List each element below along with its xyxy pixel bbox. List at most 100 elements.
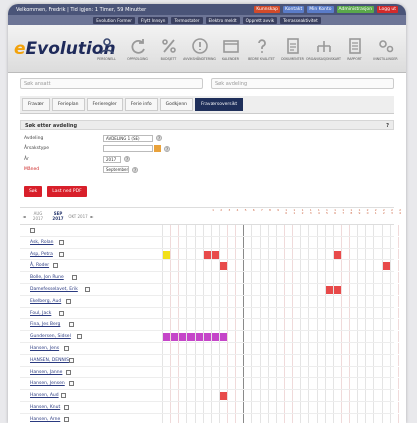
- calendar-icon[interactable]: [77, 334, 83, 340]
- calendar-icon[interactable]: [53, 263, 59, 269]
- employee-name[interactable]: Hansen, Jensen: [30, 381, 65, 386]
- tab[interactable]: Fravær: [22, 98, 50, 111]
- module-org[interactable]: ORGANISASJONSKART: [306, 37, 341, 61]
- employee-name[interactable]: Gundersen, Sidsel: [30, 334, 71, 339]
- prev-month[interactable]: AUG 2017: [28, 211, 48, 221]
- module-list[interactable]: RAPPORT: [340, 37, 369, 61]
- employee-name[interactable]: Hansen, Jens: [30, 346, 59, 351]
- day-line: [332, 272, 334, 283]
- module-people[interactable]: PERSONELL: [92, 37, 121, 61]
- tab[interactable]: Ferieregler: [86, 98, 123, 111]
- module-calendar[interactable]: KALENDER: [216, 37, 245, 61]
- top-link[interactable]: Kunnskap: [254, 6, 281, 13]
- absence-mark[interactable]: [219, 333, 228, 342]
- module-settings[interactable]: INNSTILLINGER: [371, 37, 400, 61]
- arsakstype-help-icon[interactable]: ?: [164, 145, 170, 152]
- avdeling-help-icon[interactable]: ?: [156, 135, 162, 142]
- employee-name[interactable]: Hansen, Knut: [30, 405, 60, 410]
- absence-mark[interactable]: [163, 250, 171, 259]
- calendar-icon[interactable]: [63, 416, 69, 422]
- calendar-icon[interactable]: [58, 310, 64, 316]
- module-warning[interactable]: AVVIKSHÅNDTERING: [183, 37, 216, 61]
- absence-mark[interactable]: [211, 333, 219, 342]
- calendar-icon[interactable]: [63, 404, 69, 410]
- absence-mark[interactable]: [333, 285, 341, 294]
- employee-name[interactable]: Ekelberg, Aud: [30, 299, 61, 304]
- employee-name[interactable]: HANSEN, DENNIS: [30, 358, 69, 363]
- quick-link[interactable]: Flytt Innsyn: [137, 16, 169, 24]
- quick-link[interactable]: Evolution Former: [93, 16, 135, 24]
- calendar-icon[interactable]: [71, 275, 77, 281]
- evolution-logo[interactable]: eEvolution: [14, 39, 116, 59]
- calendar-icon[interactable]: [69, 381, 75, 387]
- tab[interactable]: Ferieplan: [51, 98, 85, 111]
- maned-help-icon[interactable]: ?: [132, 166, 138, 173]
- employee-name[interactable]: Asp, Petra: [30, 252, 53, 257]
- top-link[interactable]: Kontakt: [283, 6, 305, 13]
- calendar-icon[interactable]: [63, 345, 69, 351]
- calendar-icon[interactable]: [58, 251, 64, 257]
- employee-name[interactable]: Damefesselavet, Erik: [30, 287, 78, 292]
- quick-link[interactable]: Terrasseaktivitet: [280, 16, 321, 24]
- absence-mark[interactable]: [325, 285, 333, 294]
- module-percent[interactable]: BUDSJETT: [154, 37, 183, 61]
- search-department-input[interactable]: Søk avdeling: [211, 78, 394, 89]
- absence-mark[interactable]: [382, 262, 390, 271]
- absence-mark[interactable]: [211, 250, 219, 259]
- day-line: [397, 342, 399, 354]
- employee-name[interactable]: Ask, Rolan: [30, 240, 53, 245]
- calendar-icon[interactable]: [69, 322, 75, 328]
- absence-mark[interactable]: [203, 333, 211, 342]
- employee-name[interactable]: Hansen, Arne: [30, 417, 60, 422]
- calendar-icon[interactable]: [58, 239, 64, 245]
- calendar-icon[interactable]: [85, 286, 90, 292]
- calendar-icon[interactable]: [61, 393, 67, 399]
- quick-link[interactable]: Termostater: [171, 16, 203, 24]
- arsakstype-dropdown-icon[interactable]: [154, 145, 161, 153]
- employee-name[interactable]: Hansen, Aud: [30, 393, 59, 398]
- panel-help-icon[interactable]: ?: [386, 123, 389, 129]
- ar-select[interactable]: 2017: [103, 155, 121, 163]
- employee-name[interactable]: Foul, Jack: [30, 311, 51, 316]
- day-line: [381, 354, 383, 366]
- absence-mark[interactable]: [219, 262, 228, 271]
- module-refresh[interactable]: OPPFØLGING: [123, 37, 152, 61]
- employee-name[interactable]: Å, Roder: [30, 263, 49, 268]
- quick-link[interactable]: Elektro meldt: [205, 16, 240, 24]
- absence-mark[interactable]: [171, 333, 179, 342]
- day-line: [340, 295, 342, 307]
- next-month[interactable]: OKT 2017: [68, 214, 88, 219]
- calendar-icon[interactable]: [66, 369, 72, 375]
- calendar-icon[interactable]: [66, 298, 72, 304]
- calendar-icon[interactable]: [69, 357, 75, 363]
- maned-select[interactable]: September: [103, 166, 129, 174]
- top-link[interactable]: Min Konto: [307, 6, 334, 13]
- module-document[interactable]: DOKUMENTER: [278, 37, 307, 61]
- ar-help-icon[interactable]: ?: [124, 156, 130, 163]
- absence-mark[interactable]: [333, 250, 341, 259]
- tab[interactable]: Fraværsoversikt: [195, 98, 244, 111]
- absence-mark[interactable]: [219, 392, 228, 401]
- prev-month-arrow-icon[interactable]: ◄: [20, 214, 28, 219]
- arsakstype-select[interactable]: [103, 145, 153, 153]
- absence-mark[interactable]: [195, 333, 203, 342]
- absence-mark[interactable]: [187, 333, 195, 342]
- top-link[interactable]: Administrasjon: [336, 6, 375, 13]
- search-button[interactable]: Søk: [24, 186, 43, 197]
- module-help[interactable]: BEDRE KVALITET: [247, 37, 276, 61]
- next-month-arrow-icon[interactable]: ►: [88, 214, 96, 219]
- tab[interactable]: Ferie info: [124, 98, 158, 111]
- export-pdf-button[interactable]: Last ned PDF: [47, 186, 87, 197]
- calendar-icon[interactable]: [30, 228, 35, 233]
- top-link[interactable]: Logg ut: [377, 6, 398, 13]
- avdeling-select[interactable]: AVDELING 1 (SE): [103, 134, 153, 142]
- employee-name[interactable]: Fina, Jes Berg: [30, 322, 60, 327]
- absence-mark[interactable]: [203, 250, 211, 259]
- absence-mark[interactable]: [163, 333, 171, 342]
- employee-name[interactable]: Bolle, Jon Rune: [30, 275, 64, 280]
- absence-mark[interactable]: [179, 333, 187, 342]
- tab[interactable]: Godkjenn: [159, 98, 194, 111]
- employee-name[interactable]: Hansen, Janne: [30, 370, 62, 375]
- search-employee-input[interactable]: Søk ansatt: [20, 78, 203, 89]
- quick-link[interactable]: Opprett avvik: [242, 16, 278, 24]
